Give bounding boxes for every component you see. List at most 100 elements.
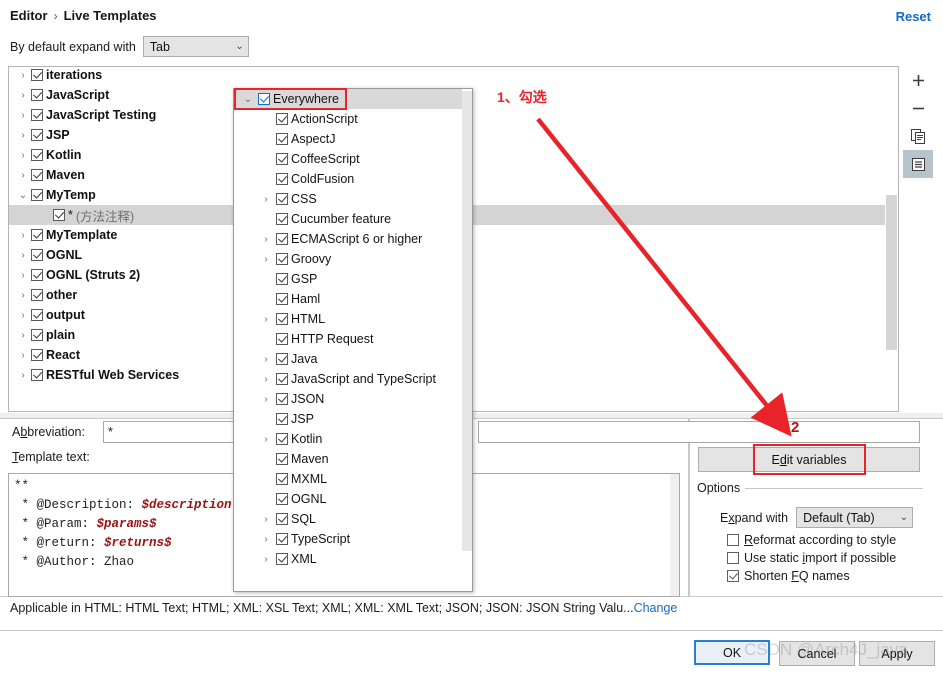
context-popup-item[interactable]: ›MXML bbox=[234, 469, 472, 489]
context-popup-item[interactable]: › Kotlin bbox=[234, 429, 472, 449]
context-popup-checkbox[interactable] bbox=[276, 273, 288, 285]
context-popup-item[interactable]: ›Cucumber feature bbox=[234, 209, 472, 229]
option-checkbox-row[interactable]: Reformat according to style bbox=[727, 533, 896, 547]
tree-item-checkbox[interactable] bbox=[31, 249, 43, 261]
context-popup-item[interactable]: › JSON bbox=[234, 389, 472, 409]
context-popup-checkbox[interactable] bbox=[276, 213, 288, 225]
tree-expand-arrow-icon[interactable]: › bbox=[15, 130, 31, 141]
tree-item-checkbox[interactable] bbox=[53, 209, 65, 221]
option-checkbox[interactable] bbox=[727, 552, 739, 564]
tree-item-checkbox[interactable] bbox=[31, 309, 43, 321]
template-text-scrollbar[interactable] bbox=[670, 474, 679, 596]
popup-expand-arrow-icon[interactable]: › bbox=[256, 434, 276, 445]
popup-expand-arrow-icon[interactable]: › bbox=[256, 254, 276, 265]
popup-expand-arrow-icon[interactable]: › bbox=[256, 234, 276, 245]
context-popup-checkbox[interactable] bbox=[276, 353, 288, 365]
option-checkbox-row[interactable]: Shorten FQ names bbox=[727, 569, 850, 583]
tree-item-checkbox[interactable] bbox=[31, 169, 43, 181]
tree-expand-arrow-icon[interactable]: › bbox=[15, 370, 31, 381]
tree-expand-arrow-icon[interactable]: › bbox=[15, 270, 31, 281]
context-popup-checkbox[interactable] bbox=[276, 433, 288, 445]
tree-item-checkbox[interactable] bbox=[31, 69, 43, 81]
breadcrumb-root[interactable]: Editor bbox=[10, 8, 48, 23]
popup-expand-arrow-icon[interactable]: ⌄ bbox=[238, 94, 258, 105]
edit-variables-button[interactable]: Ed it variables bbox=[698, 447, 920, 472]
context-popup-checkbox[interactable] bbox=[276, 373, 288, 385]
context-popup-checkbox[interactable] bbox=[276, 133, 288, 145]
apply-button[interactable]: Apply bbox=[859, 641, 935, 666]
default-expand-dropdown[interactable]: Tab ⌄ bbox=[142, 36, 249, 57]
tree-expand-arrow-icon[interactable]: › bbox=[15, 150, 31, 161]
tree-item-group[interactable]: › iterations bbox=[9, 67, 898, 85]
context-popup-item[interactable]: › ECMAScript 6 or higher bbox=[234, 229, 472, 249]
tree-item-checkbox[interactable] bbox=[31, 349, 43, 361]
cancel-button[interactable]: Cancel bbox=[779, 641, 855, 666]
option-checkbox[interactable] bbox=[727, 534, 739, 546]
context-popup-item[interactable]: › SQL bbox=[234, 509, 472, 529]
context-popup-item[interactable]: ›OGNL bbox=[234, 489, 472, 509]
popup-expand-arrow-icon[interactable]: › bbox=[256, 374, 276, 385]
context-popup-checkbox[interactable] bbox=[276, 473, 288, 485]
tree-item-checkbox[interactable] bbox=[31, 229, 43, 241]
context-popup-item[interactable]: › XML bbox=[234, 549, 472, 569]
context-popup-checkbox[interactable] bbox=[276, 513, 288, 525]
popup-expand-arrow-icon[interactable]: › bbox=[256, 394, 276, 405]
description-input[interactable] bbox=[478, 421, 920, 443]
duplicate-template-button[interactable] bbox=[903, 122, 933, 150]
context-popup-item[interactable]: › Groovy bbox=[234, 249, 472, 269]
reset-link[interactable]: Reset bbox=[896, 9, 931, 24]
tree-expand-arrow-icon[interactable]: › bbox=[15, 110, 31, 121]
context-popup-item[interactable]: ›ColdFusion bbox=[234, 169, 472, 189]
tree-item-checkbox[interactable] bbox=[31, 129, 43, 141]
tree-scrollbar-thumb[interactable] bbox=[886, 195, 897, 350]
context-popup-checkbox[interactable] bbox=[276, 553, 288, 565]
tree-item-checkbox[interactable] bbox=[31, 289, 43, 301]
context-popup-item[interactable]: › CSS bbox=[234, 189, 472, 209]
tree-item-checkbox[interactable] bbox=[31, 369, 43, 381]
tree-expand-arrow-icon[interactable]: › bbox=[15, 250, 31, 261]
context-popup-checkbox[interactable] bbox=[258, 93, 270, 105]
popup-expand-arrow-icon[interactable]: › bbox=[256, 354, 276, 365]
ok-button[interactable]: OK bbox=[694, 640, 770, 665]
context-popup-checkbox[interactable] bbox=[276, 233, 288, 245]
add-template-button[interactable] bbox=[903, 66, 933, 94]
tree-expand-arrow-icon[interactable]: › bbox=[15, 350, 31, 361]
context-popup-item[interactable]: › TypeScript bbox=[234, 529, 472, 549]
context-popup-item[interactable]: › HTML bbox=[234, 309, 472, 329]
context-popup-checkbox[interactable] bbox=[276, 253, 288, 265]
tree-item-checkbox[interactable] bbox=[31, 189, 43, 201]
context-popup-item[interactable]: ›GSP bbox=[234, 269, 472, 289]
expand-with-dropdown[interactable]: Default (Tab) ⌄ bbox=[796, 507, 914, 528]
context-popup-checkbox[interactable] bbox=[276, 413, 288, 425]
context-popup-checkbox[interactable] bbox=[276, 113, 288, 125]
tree-item-checkbox[interactable] bbox=[31, 89, 43, 101]
tree-expand-arrow-icon[interactable]: › bbox=[15, 290, 31, 301]
popup-expand-arrow-icon[interactable]: › bbox=[256, 554, 276, 565]
context-popup-checkbox[interactable] bbox=[276, 193, 288, 205]
change-context-link[interactable]: Change bbox=[634, 601, 678, 615]
context-popup-checkbox[interactable] bbox=[276, 393, 288, 405]
context-popup-item[interactable]: ›HTTP Request bbox=[234, 329, 472, 349]
context-popup-item[interactable]: ›ActionScript bbox=[234, 109, 472, 129]
context-popup-item[interactable]: › Java bbox=[234, 349, 472, 369]
tree-expand-arrow-icon[interactable]: › bbox=[15, 310, 31, 321]
tree-item-checkbox[interactable] bbox=[31, 149, 43, 161]
context-popup-item[interactable]: › JavaScript and TypeScript bbox=[234, 369, 472, 389]
popup-expand-arrow-icon[interactable]: › bbox=[256, 534, 276, 545]
change-context-button[interactable] bbox=[903, 150, 933, 178]
context-popup-item[interactable]: ›JSP bbox=[234, 409, 472, 429]
remove-template-button[interactable] bbox=[903, 94, 933, 122]
popup-expand-arrow-icon[interactable]: › bbox=[256, 514, 276, 525]
tree-item-checkbox[interactable] bbox=[31, 329, 43, 341]
tree-item-checkbox[interactable] bbox=[31, 109, 43, 121]
context-popup-item[interactable]: ⌄ Everywhere bbox=[234, 89, 472, 109]
option-checkbox[interactable] bbox=[727, 570, 739, 582]
context-popup-item[interactable]: ›CoffeeScript bbox=[234, 149, 472, 169]
context-popup-checkbox[interactable] bbox=[276, 533, 288, 545]
tree-expand-arrow-icon[interactable]: › bbox=[15, 170, 31, 181]
context-popup-item[interactable]: ›AspectJ bbox=[234, 129, 472, 149]
tree-scrollbar[interactable] bbox=[885, 67, 898, 411]
tree-expand-arrow-icon[interactable]: ⌄ bbox=[15, 190, 31, 201]
popup-scrollbar-thumb[interactable] bbox=[462, 91, 472, 551]
context-popup-item[interactable]: ›Haml bbox=[234, 289, 472, 309]
